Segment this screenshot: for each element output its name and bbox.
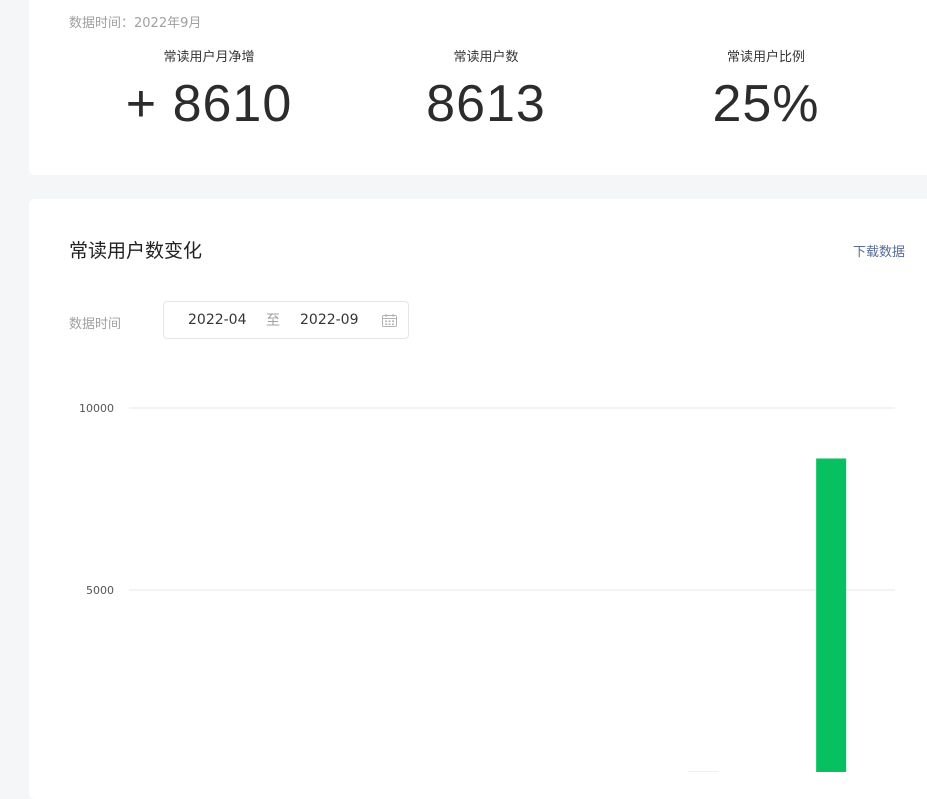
stat-label: 常读用户月净增 xyxy=(89,48,329,68)
range-separator: 至 xyxy=(266,310,280,330)
bar-2022-09[interactable] xyxy=(816,458,846,772)
stat-label: 常读用户数 xyxy=(366,48,606,68)
stat-value: + 8610 xyxy=(89,72,329,136)
download-data-link[interactable]: 下载数据 xyxy=(853,241,905,260)
range-start[interactable]: 2022-04 xyxy=(188,312,247,328)
summary-card: 数据时间：2022年9月 常读用户月净增 + 8610 常读用户数 8613 常… xyxy=(29,0,927,175)
range-end[interactable]: 2022-09 xyxy=(300,312,359,328)
y-tick-label: 5000 xyxy=(86,584,114,597)
summary-data-time: 数据时间：2022年9月 xyxy=(69,12,201,31)
chart-grid: 5000 10000 xyxy=(79,402,895,597)
trend-card: 常读用户数变化 下载数据 数据时间 2022-04 至 2022-09 5000… xyxy=(29,199,927,799)
calendar-icon[interactable] xyxy=(382,314,397,327)
chart-bars xyxy=(689,458,847,772)
trend-title: 常读用户数变化 xyxy=(69,236,202,263)
date-range-picker[interactable]: 2022-04 至 2022-09 xyxy=(163,301,409,339)
stat-value: 25% xyxy=(646,72,886,136)
y-tick-label: 10000 xyxy=(79,402,114,415)
stat-frequent-readers: 常读用户数 8613 xyxy=(366,48,606,136)
stat-ratio: 常读用户比例 25% xyxy=(646,48,886,136)
filter-label: 数据时间 xyxy=(69,313,121,332)
user-trend-chart: 5000 10000 xyxy=(29,389,927,799)
stat-value: 8613 xyxy=(366,72,606,136)
stat-label: 常读用户比例 xyxy=(646,48,886,68)
stat-net-growth: 常读用户月净增 + 8610 xyxy=(89,48,329,136)
